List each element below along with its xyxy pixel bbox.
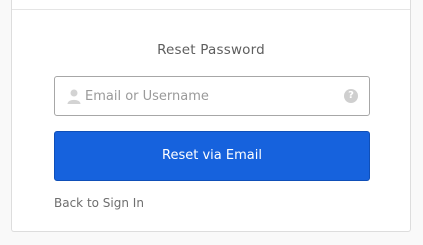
back-to-sign-in-link[interactable]: Back to Sign In	[54, 196, 144, 210]
reset-password-card: Reset Password ? Reset via Email Back to…	[11, 0, 411, 232]
page-title: Reset Password	[157, 42, 265, 58]
reset-via-email-button[interactable]: Reset via Email	[54, 131, 370, 181]
card-divider	[12, 9, 410, 10]
username-input[interactable]	[85, 77, 335, 115]
user-icon	[66, 88, 82, 104]
help-icon[interactable]: ?	[344, 89, 358, 103]
username-field[interactable]: ?	[54, 76, 370, 116]
